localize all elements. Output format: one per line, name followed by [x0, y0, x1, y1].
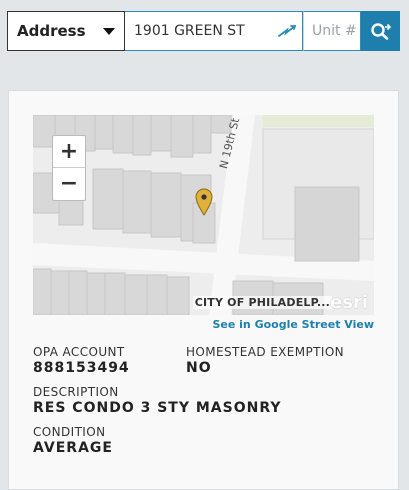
- zoom-control: + −: [52, 135, 86, 201]
- map-marker-icon[interactable]: [195, 188, 213, 216]
- field-row: OPA ACCOUNT 888153494 HOMESTEAD EXEMPTIO…: [33, 345, 378, 377]
- search-button[interactable]: [361, 11, 400, 51]
- search-icon: [370, 23, 391, 40]
- homestead-label: HOMESTEAD EXEMPTION: [186, 345, 345, 359]
- locate-icon[interactable]: [278, 24, 296, 38]
- condition-field: CONDITION AVERAGE: [33, 425, 378, 457]
- search-type-label: Address: [17, 22, 86, 40]
- property-card: N 19th St + − CITY OF PHILADELP... esri …: [8, 90, 399, 490]
- chevron-down-icon: [103, 27, 115, 35]
- field-row: DESCRIPTION RES CONDO 3 STY MASONRY: [33, 385, 378, 417]
- opa-account-value: 888153494: [33, 360, 130, 376]
- property-fields: OPA ACCOUNT 888153494 HOMESTEAD EXEMPTIO…: [33, 345, 378, 465]
- description-value: RES CONDO 3 STY MASONRY: [33, 400, 282, 416]
- unit-input-placeholder: Unit #: [312, 23, 357, 39]
- opa-account-label: OPA ACCOUNT: [33, 345, 125, 359]
- condition-label: CONDITION: [33, 425, 106, 439]
- address-input[interactable]: 1901 GREEN ST: [125, 11, 303, 51]
- homestead-field: HOMESTEAD EXEMPTION NO: [186, 345, 376, 377]
- opa-account-field: OPA ACCOUNT 888153494: [33, 345, 186, 377]
- field-row: CONDITION AVERAGE: [33, 425, 378, 457]
- search-bar: Address 1901 GREEN ST Unit #: [7, 11, 400, 51]
- map-view[interactable]: N 19th St + − CITY OF PHILADELP... esri: [33, 115, 374, 315]
- search-type-select[interactable]: Address: [7, 11, 125, 51]
- zoom-out-button[interactable]: −: [53, 168, 85, 199]
- map-attribution: CITY OF PHILADELP...: [192, 296, 332, 309]
- street-view-link[interactable]: See in Google Street View: [212, 318, 374, 331]
- homestead-value: NO: [186, 360, 212, 376]
- description-field: DESCRIPTION RES CONDO 3 STY MASONRY: [33, 385, 378, 417]
- description-label: DESCRIPTION: [33, 385, 119, 399]
- esri-logo: esri: [330, 292, 368, 313]
- zoom-in-button[interactable]: +: [53, 136, 85, 168]
- condition-value: AVERAGE: [33, 440, 113, 456]
- address-input-value: 1901 GREEN ST: [134, 23, 245, 39]
- unit-input[interactable]: Unit #: [303, 11, 361, 51]
